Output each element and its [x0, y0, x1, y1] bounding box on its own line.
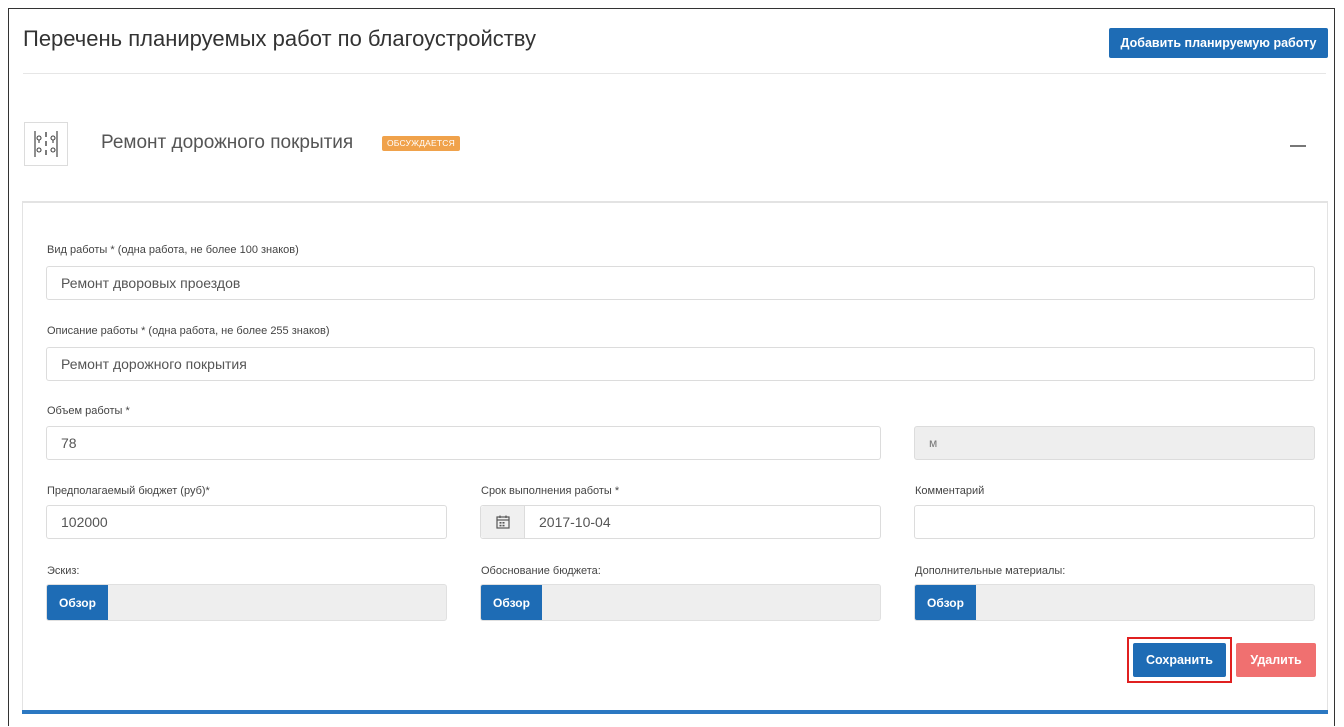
volume-unit-field: м	[914, 426, 1315, 460]
deadline-label: Срок выполнения работы *	[481, 485, 620, 497]
budget-justification-label: Обоснование бюджета:	[481, 565, 601, 577]
volume-unit-value: м	[929, 436, 938, 450]
work-type-input[interactable]: Ремонт дворовых проездов	[46, 266, 1315, 300]
budget-label: Предполагаемый бюджет (руб)*	[47, 485, 210, 497]
extra-materials-browse-button[interactable]: Обзор	[915, 585, 976, 620]
work-type-label: Вид работы * (одна работа, не более 100 …	[47, 244, 299, 256]
budget-justification-browse-button[interactable]: Обзор	[481, 585, 542, 620]
budget-value: 102000	[61, 514, 108, 530]
sketch-label: Эскиз:	[47, 565, 80, 577]
deadline-input[interactable]: 2017-10-04	[480, 505, 881, 539]
panel-bottom-bar	[22, 710, 1328, 714]
delete-button[interactable]: Удалить	[1236, 643, 1316, 677]
calendar-icon[interactable]	[481, 506, 525, 538]
road-marking-icon	[24, 122, 68, 166]
budget-justification-file-input[interactable]: Обзор	[480, 584, 881, 621]
comment-label: Комментарий	[915, 485, 985, 497]
page-title: Перечень планируемых работ по благоустро…	[23, 26, 537, 51]
sketch-file-input[interactable]: Обзор	[46, 584, 447, 621]
description-input[interactable]: Ремонт дорожного покрытия	[46, 347, 1315, 381]
add-planned-work-button[interactable]: Добавить планируемую работу	[1109, 28, 1328, 58]
save-button[interactable]: Сохранить	[1133, 643, 1226, 677]
budget-input[interactable]: 102000	[46, 505, 447, 539]
header-divider	[23, 73, 1326, 74]
description-value: Ремонт дорожного покрытия	[61, 356, 247, 372]
extra-materials-file-input[interactable]: Обзор	[914, 584, 1315, 621]
work-type-value: Ремонт дворовых проездов	[61, 275, 241, 291]
volume-value: 78	[61, 435, 77, 451]
comment-input[interactable]	[914, 505, 1315, 539]
card-title: Ремонт дорожного покрытия	[101, 132, 354, 153]
volume-input[interactable]: 78	[46, 426, 881, 460]
extra-materials-label: Дополнительные материалы:	[915, 565, 1066, 577]
status-badge: ОБСУЖДАЕТСЯ	[382, 136, 460, 151]
deadline-value: 2017-10-04	[539, 514, 611, 530]
sketch-browse-button[interactable]: Обзор	[47, 585, 108, 620]
minus-icon[interactable]	[1290, 145, 1306, 147]
volume-label: Объем работы *	[47, 405, 130, 417]
description-label: Описание работы * (одна работа, не более…	[47, 325, 330, 337]
